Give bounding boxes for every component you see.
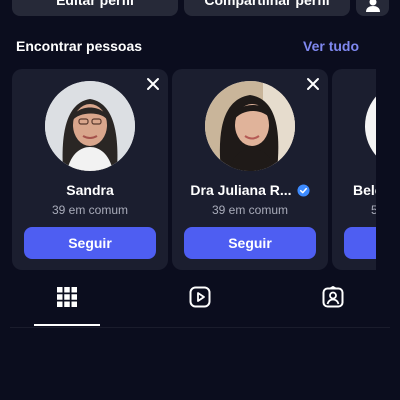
close-icon[interactable] — [306, 77, 320, 91]
reels-icon — [189, 286, 211, 308]
follow-button[interactable]: Seguir — [184, 227, 316, 259]
suggestion-card: Bele 5 — [332, 69, 376, 270]
mutual-count: 5 — [371, 203, 376, 217]
tagged-icon — [322, 286, 344, 308]
share-profile-button[interactable]: Compartilhar perfil — [184, 0, 350, 16]
add-user-icon — [365, 0, 380, 12]
follow-button[interactable] — [344, 227, 376, 259]
see-all-link[interactable]: Ver tudo — [303, 38, 359, 54]
find-people-title: Encontrar pessoas — [16, 38, 143, 54]
tab-posts[interactable] — [56, 286, 78, 308]
edit-profile-label: Editar perfil — [56, 0, 134, 8]
suggestion-name[interactable]: Dra Juliana R... — [172, 182, 328, 198]
close-icon[interactable] — [146, 77, 160, 91]
add-user-button[interactable] — [356, 0, 389, 16]
avatar[interactable] — [365, 81, 376, 171]
tab-tagged[interactable] — [322, 286, 344, 308]
avatar[interactable] — [205, 81, 295, 171]
edit-profile-button[interactable]: Editar perfil — [12, 0, 178, 16]
suggestion-name[interactable]: Bele — [353, 182, 376, 198]
mutual-count: 39 em comum — [211, 203, 289, 217]
avatar[interactable] — [45, 81, 135, 171]
follow-button[interactable]: Seguir — [24, 227, 156, 259]
grid-icon — [57, 287, 77, 307]
share-profile-label: Compartilhar perfil — [204, 0, 330, 8]
profile-screen: Editar perfil Compartilhar perfil Encont… — [0, 0, 400, 400]
tab-reels[interactable] — [189, 286, 211, 308]
follow-label: Seguir — [68, 235, 112, 251]
follow-label: Seguir — [228, 235, 272, 251]
active-tab-indicator — [34, 324, 100, 326]
mutual-count: 39 em comum — [51, 203, 129, 217]
suggestion-name[interactable]: Sandra — [12, 182, 168, 198]
verified-badge-icon — [297, 183, 310, 197]
suggestion-card: Dra Juliana R... 39 em comum Seguir — [172, 69, 328, 270]
suggestion-card: Sandra 39 em comum Seguir — [12, 69, 168, 270]
divider — [10, 327, 390, 328]
profile-tabs — [0, 286, 400, 328]
